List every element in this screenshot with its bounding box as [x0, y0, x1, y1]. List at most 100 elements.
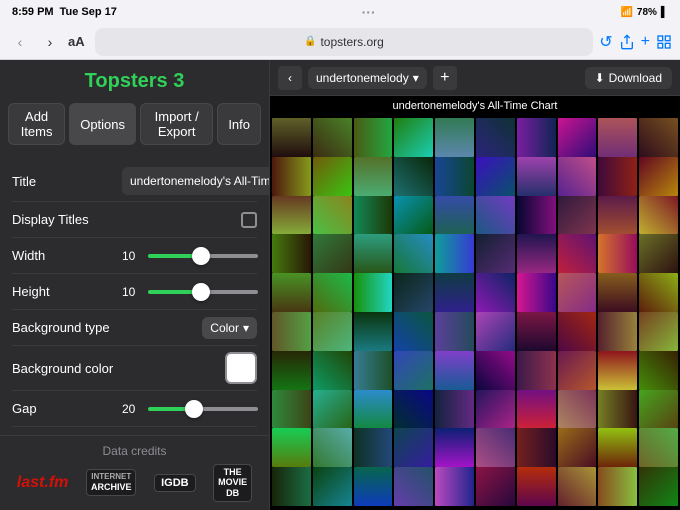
album-cell [272, 234, 311, 273]
tab-add-items[interactable]: Add Items [8, 103, 65, 145]
display-titles-checkbox[interactable] [241, 212, 257, 228]
gap-slider[interactable] [148, 407, 258, 411]
album-cell [476, 312, 515, 351]
chart-add-button[interactable]: + [433, 66, 457, 90]
left-panel: Topsters 3 Add Items Options Import / Ex… [0, 60, 270, 510]
album-cell [517, 428, 556, 467]
album-cell [558, 312, 597, 351]
album-cell [313, 351, 352, 390]
album-cell [558, 351, 597, 390]
album-cell [435, 390, 474, 429]
height-slider[interactable] [148, 290, 258, 294]
album-cell [517, 273, 556, 312]
tab-info[interactable]: Info [217, 103, 261, 145]
album-cell [598, 273, 637, 312]
title-input[interactable] [122, 167, 269, 195]
bg-color-swatch[interactable] [225, 352, 257, 384]
main-layout: Topsters 3 Add Items Options Import / Ex… [0, 60, 680, 510]
album-cell [517, 351, 556, 390]
album-cell [598, 234, 637, 273]
album-cell [558, 467, 597, 506]
chart-title: undertonemelody's All-Time Chart [270, 96, 680, 116]
album-grid [270, 116, 680, 506]
album-cell [476, 234, 515, 273]
url-bar[interactable]: 🔒 topsters.org [95, 28, 594, 56]
album-cell [476, 118, 515, 157]
album-cell [476, 467, 515, 506]
options-panel: Title Display Titles Width 10 [0, 153, 269, 435]
chart-prev-button[interactable]: ‹ [278, 66, 302, 90]
album-cell [435, 196, 474, 235]
back-button[interactable]: ‹ [8, 30, 32, 54]
album-cell [272, 196, 311, 235]
option-bg-color-row: Background color [12, 346, 257, 391]
album-cell [272, 467, 311, 506]
album-cell [639, 467, 678, 506]
album-cell [435, 273, 474, 312]
album-cell [476, 351, 515, 390]
album-cell [272, 273, 311, 312]
option-gap-row: Gap 20 [12, 391, 257, 427]
album-cell [517, 312, 556, 351]
browser-bar: ‹ › aA 🔒 topsters.org ↺ + [0, 24, 680, 60]
album-cell [354, 428, 393, 467]
album-cell [394, 351, 433, 390]
add-tab-button[interactable]: + [641, 33, 650, 51]
tab-options[interactable]: Options [69, 103, 136, 145]
share-button[interactable] [619, 34, 635, 50]
album-cell [394, 467, 433, 506]
album-cell [639, 196, 678, 235]
album-cell [558, 157, 597, 196]
bg-color-label: Background color [12, 361, 122, 376]
date: Tue Sep 17 [60, 6, 117, 18]
album-cell [517, 467, 556, 506]
album-cell [435, 312, 474, 351]
data-credits-title: Data credits [12, 444, 257, 458]
credits-logos: last.fm INTERNET ARCHIVE IGDB THE MOVIE … [12, 464, 257, 502]
album-cell [272, 390, 311, 429]
data-credits: Data credits last.fm INTERNET ARCHIVE IG… [0, 435, 269, 510]
album-cell [394, 390, 433, 429]
album-cell [272, 312, 311, 351]
album-cell [476, 428, 515, 467]
album-cell [598, 428, 637, 467]
user-dropdown[interactable]: undertonemelody ▾ [308, 67, 427, 89]
album-cell [354, 273, 393, 312]
album-cell [313, 118, 352, 157]
bg-type-label: Background type [12, 320, 122, 335]
album-cell [272, 157, 311, 196]
album-cell [639, 273, 678, 312]
album-cell [354, 467, 393, 506]
height-label: Height [12, 284, 122, 299]
album-cell [435, 157, 474, 196]
album-cell [639, 390, 678, 429]
album-cell [558, 118, 597, 157]
moviedb-logo: THE MOVIE DB [213, 464, 252, 502]
chevron-icon: ▾ [413, 71, 419, 85]
album-cell [435, 351, 474, 390]
album-cell [354, 157, 393, 196]
album-cell [435, 234, 474, 273]
username: undertonemelody [316, 71, 409, 85]
option-width-row: Width 10 [12, 238, 257, 274]
album-cell [639, 428, 678, 467]
album-cell [639, 234, 678, 273]
album-cell [354, 312, 393, 351]
bg-type-dropdown[interactable]: Color ▾ [202, 317, 257, 339]
download-button[interactable]: ⬇ Download [585, 67, 672, 89]
chart-toolbar: ‹ undertonemelody ▾ + ⬇ Download [270, 60, 680, 96]
album-cell [313, 157, 352, 196]
width-slider[interactable] [148, 254, 258, 258]
album-cell [394, 312, 433, 351]
chart-area: undertonemelody's All-Time Chart [270, 96, 680, 510]
album-cell [517, 118, 556, 157]
text-size-button[interactable]: aA [68, 34, 85, 49]
album-cell [313, 390, 352, 429]
album-cell [394, 428, 433, 467]
width-label: Width [12, 248, 122, 263]
tab-import-export[interactable]: Import / Export [140, 103, 213, 145]
album-cell [476, 390, 515, 429]
tabs-button[interactable] [656, 34, 672, 50]
reload-button[interactable]: ↺ [599, 32, 612, 52]
forward-button[interactable]: › [38, 30, 62, 54]
